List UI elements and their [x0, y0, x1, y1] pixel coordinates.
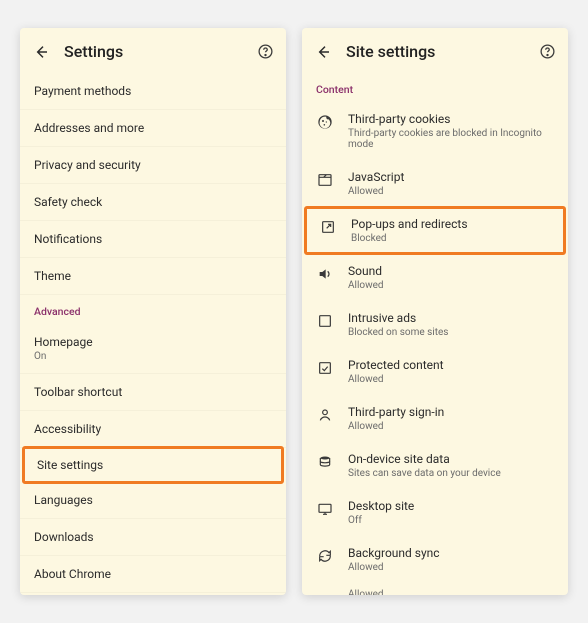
settings-list: Payment methods Addresses and more Priva… — [20, 73, 286, 595]
item-sub: Blocked — [351, 233, 551, 244]
signin-icon — [316, 406, 334, 424]
row-site-settings[interactable]: Site settings — [22, 446, 284, 484]
row-payment-methods[interactable]: Payment methods — [20, 73, 286, 110]
ads-icon — [316, 312, 334, 330]
row-intrusive-ads[interactable]: Intrusive ads Blocked on some sites — [302, 301, 568, 348]
sync-icon — [316, 547, 334, 565]
item-label: On-device site data — [348, 452, 554, 466]
site-settings-title: Site settings — [346, 42, 524, 61]
item-sub: Sites can save data on your device — [348, 468, 554, 479]
protected-content-icon — [316, 359, 334, 377]
row-addresses-and-more[interactable]: Addresses and more — [20, 110, 286, 147]
row-notifications[interactable]: Notifications — [20, 221, 286, 258]
row-accessibility[interactable]: Accessibility — [20, 411, 286, 448]
item-sub: Blocked on some sites — [348, 327, 554, 338]
item-sub: Allowed — [348, 186, 554, 197]
settings-panel: Settings Payment methods Addresses and m… — [20, 28, 286, 595]
site-settings-panel: Site settings Content Third-party cookie… — [302, 28, 568, 595]
item-label: Third-party sign-in — [348, 405, 554, 419]
item-label: Background sync — [348, 546, 554, 560]
item-label: Pop-ups and redirects — [351, 217, 551, 231]
site-settings-list: Content Third-party cookies Third-party … — [302, 73, 568, 595]
item-label: Intrusive ads — [348, 311, 554, 325]
item-sub: Allowed — [348, 374, 554, 385]
row-background-sync[interactable]: Background sync Allowed — [302, 536, 568, 583]
item-sub: Allowed — [348, 280, 554, 291]
item-label: Protected content — [348, 358, 554, 372]
row-third-party-signin[interactable]: Third-party sign-in Allowed — [302, 395, 568, 442]
row-safety-check[interactable]: Safety check — [20, 184, 286, 221]
row-theme[interactable]: Theme — [20, 258, 286, 295]
settings-title: Settings — [64, 42, 242, 61]
site-settings-header: Site settings — [302, 28, 568, 73]
help-icon[interactable] — [538, 43, 556, 61]
item-label: JavaScript — [348, 170, 554, 184]
javascript-icon — [316, 171, 334, 189]
item-label: Sound — [348, 264, 554, 278]
item-sub: Third-party cookies are blocked in Incog… — [348, 128, 554, 150]
help-icon[interactable] — [256, 43, 274, 61]
row-protected-content[interactable]: Protected content Allowed — [302, 348, 568, 395]
row-cutoff: Allowed — [302, 583, 568, 595]
row-toolbar-shortcut[interactable]: Toolbar shortcut — [20, 374, 286, 411]
item-sub: Allowed — [348, 421, 554, 432]
back-icon[interactable] — [314, 43, 332, 61]
item-sub: Off — [348, 515, 554, 526]
item-label: Desktop site — [348, 499, 554, 513]
storage-icon — [316, 453, 334, 471]
cookie-icon — [316, 113, 334, 131]
sound-icon — [316, 265, 334, 283]
desktop-icon — [316, 500, 334, 518]
item-sub: Allowed — [348, 562, 554, 573]
item-sub: Allowed — [348, 589, 554, 595]
row-about-chrome[interactable]: About Chrome — [20, 556, 286, 593]
advanced-section-header: Advanced — [20, 295, 286, 324]
row-popups-and-redirects[interactable]: Pop-ups and redirects Blocked — [304, 206, 566, 255]
row-javascript[interactable]: JavaScript Allowed — [302, 160, 568, 207]
content-section-header: Content — [302, 73, 568, 102]
row-downloads[interactable]: Downloads — [20, 519, 286, 556]
popup-icon — [319, 218, 337, 236]
settings-header: Settings — [20, 28, 286, 73]
row-sound[interactable]: Sound Allowed — [302, 254, 568, 301]
item-label: Third-party cookies — [348, 112, 554, 126]
row-desktop-site[interactable]: Desktop site Off — [302, 489, 568, 536]
row-privacy-and-security[interactable]: Privacy and security — [20, 147, 286, 184]
row-languages[interactable]: Languages — [20, 482, 286, 519]
row-on-device-site-data[interactable]: On-device site data Sites can save data … — [302, 442, 568, 489]
row-third-party-cookies[interactable]: Third-party cookies Third-party cookies … — [302, 102, 568, 160]
back-icon[interactable] — [32, 43, 50, 61]
row-homepage[interactable]: Homepage On — [20, 324, 286, 374]
